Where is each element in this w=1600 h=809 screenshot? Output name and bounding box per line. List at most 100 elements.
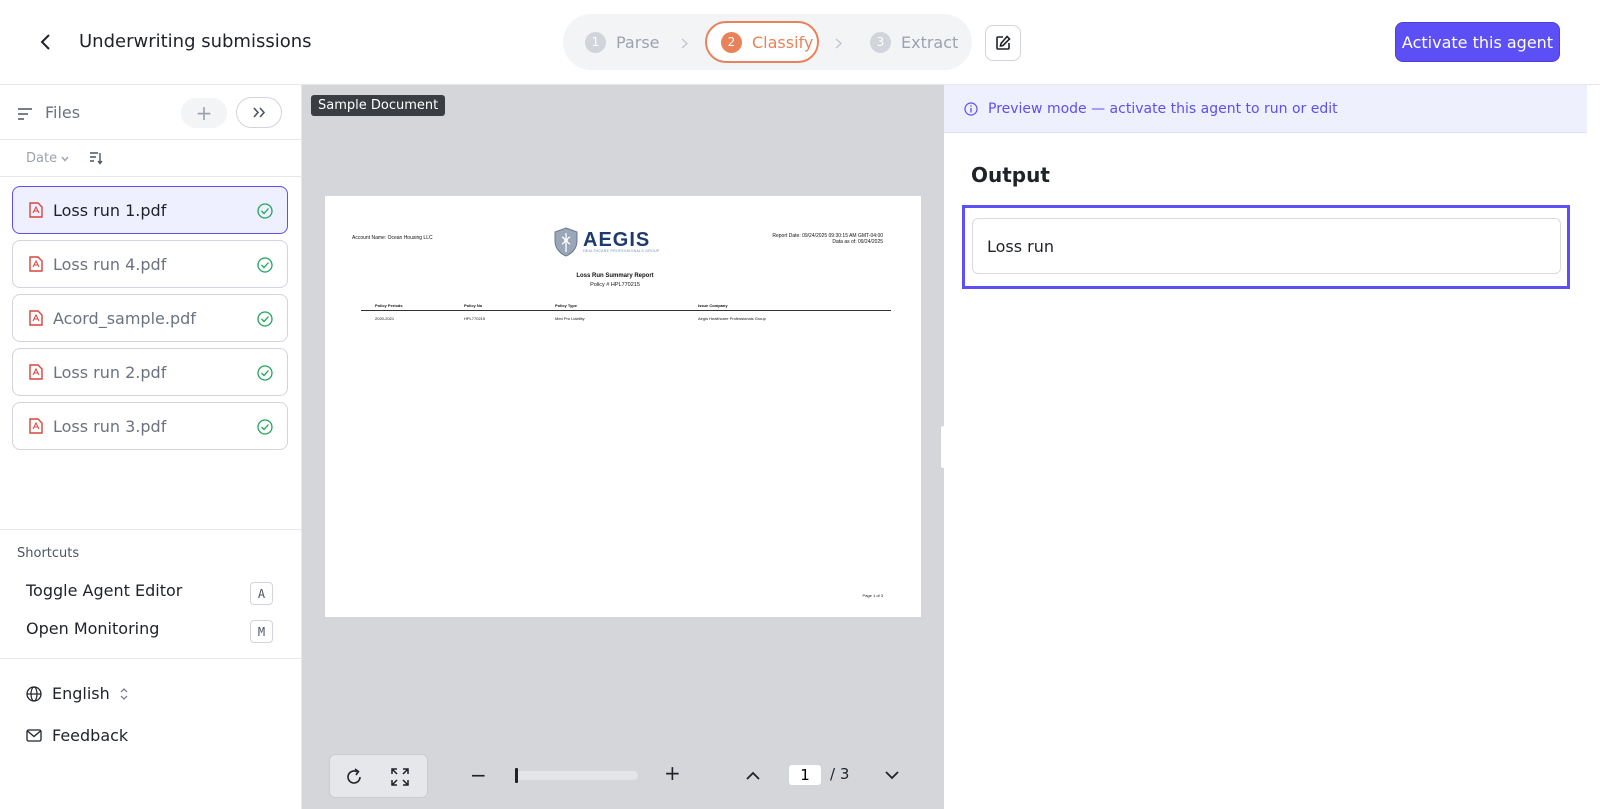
pdf-file-icon [29,202,43,218]
shortcut-open-monitoring[interactable]: Open Monitoring [26,619,159,638]
table-header: Policy Periods Policy No Policy Type Iss… [361,303,891,311]
file-name: Loss run 3.pdf [53,416,167,436]
chevron-down-icon [61,156,69,162]
classification-output-field[interactable]: Loss run [972,218,1561,274]
zoom-slider[interactable] [515,768,638,783]
file-name: Loss run 1.pdf [53,200,167,220]
activate-agent-button[interactable]: Activate this agent [1395,22,1560,62]
add-file-button[interactable]: + [181,98,227,128]
doc-report-date: Report Date: 09/24/2025 09:30:15 AM GMT-… [772,233,883,245]
zoom-slider-thumb[interactable] [515,768,518,783]
shortcut-key: A [250,582,273,605]
document-viewer: Sample Document Account Name: Ocean Hous… [302,85,944,809]
expand-sidebar-button[interactable] [236,97,282,128]
table-cell: 2020-2021 [375,316,395,321]
chevron-left-icon [40,34,50,50]
globe-icon [26,685,42,702]
output-highlight: Loss run [962,205,1570,289]
step-label: Parse [616,32,660,52]
logo-subtext: HEALTHCARE PROFESSIONALS GROUP [583,249,660,253]
chevron-up-icon [746,771,760,780]
step-number: 1 [585,31,606,53]
chevron-right-icon [835,38,843,52]
chevron-up-down-icon [120,687,128,700]
plus-icon: + [664,761,681,785]
files-sidebar: Files + Date Loss run 1.pdf Loss run 4.p… [0,85,302,809]
chevron-right-icon [681,38,689,52]
feedback-link[interactable]: Feedback [26,726,128,745]
page-title: Underwriting submissions [79,31,312,52]
shortcuts-title: Shortcuts [17,546,80,561]
language-selector[interactable]: English [26,684,128,703]
sort-label: Date [26,151,58,166]
column-header: Policy No [464,303,483,308]
viewer-toolbar [329,754,428,798]
file-item[interactable]: Acord_sample.pdf [12,294,288,342]
top-bar: Underwriting submissions 1 Parse 2 Class… [0,0,1600,85]
check-circle-icon [257,311,273,327]
column-header: Issue Company [698,303,728,308]
file-list: Loss run 1.pdf Loss run 4.pdf Acord_samp… [12,186,288,456]
page-total: / 3 [830,765,850,783]
step-extract[interactable]: 3 Extract [870,21,958,63]
table-cell: Med Pro Liability [555,316,585,321]
edit-icon [996,35,1011,50]
language-label: English [52,684,110,703]
doc-page-footer: Page 1 of 3 [862,593,883,598]
files-header: Files + [0,85,302,140]
output-title: Output [971,163,1050,187]
shortcut-toggle-agent-editor[interactable]: Toggle Agent Editor [26,581,182,600]
zoom-out-button[interactable]: − [470,763,487,787]
previous-page-button[interactable] [746,765,760,784]
mail-icon [26,729,42,742]
sort-row: Date [0,140,302,177]
chevron-down-icon [885,771,899,780]
file-item[interactable]: Loss run 2.pdf [12,348,288,396]
sort-order-icon[interactable] [89,150,103,169]
table-cell: Aegis Healthcare Professionals Group [698,316,766,321]
step-number: 2 [721,31,742,53]
pdf-file-icon [29,418,43,434]
doc-policy-table: Policy Periods Policy No Policy Type Iss… [361,303,891,321]
next-page-button[interactable] [885,765,899,784]
file-item[interactable]: Loss run 4.pdf [12,240,288,288]
zoom-in-button[interactable]: + [664,761,681,785]
plus-icon: + [195,101,213,125]
check-circle-icon [257,365,273,381]
table-row: 2020-2021 HPL770215 Med Pro Liability Ae… [361,311,891,321]
page-number-input[interactable] [788,764,822,786]
preview-banner: Preview mode — activate this agent to ru… [944,85,1587,133]
back-button[interactable] [34,30,58,54]
step-classify[interactable]: 2 Classify [705,21,819,63]
fullscreen-button[interactable] [388,765,412,789]
shield-logo-icon [554,227,578,257]
double-chevron-right-icon [253,107,266,118]
doc-data-as-of: Data as of: 09/24/2025 [832,239,883,245]
step-number: 3 [870,31,891,53]
preview-message: Preview mode — activate this agent to ru… [988,100,1338,117]
shortcut-key: M [250,620,273,643]
document-page: Account Name: Ocean Housing LLC Report D… [325,196,921,617]
step-indicator: 1 Parse 2 Classify 3 Extract [563,14,972,70]
column-header: Policy Periods [375,303,403,308]
shortcuts-section: Shortcuts Toggle Agent Editor A Open Mon… [0,529,302,659]
doc-title: Loss Run Summary Report [576,273,654,279]
file-item[interactable]: Loss run 1.pdf [12,186,288,234]
sort-by-dropdown[interactable]: Date [26,151,69,166]
logo-text: AEGIS [583,229,651,251]
step-label: Classify [752,32,814,52]
pdf-file-icon [29,310,43,326]
step-label: Extract [901,32,959,52]
edit-button[interactable] [985,25,1021,61]
step-parse[interactable]: 1 Parse [585,21,660,63]
list-icon [18,105,33,124]
check-circle-icon [257,203,273,219]
pdf-file-icon [29,256,43,272]
file-name: Loss run 2.pdf [53,362,167,382]
file-name: Acord_sample.pdf [53,308,196,328]
aegis-logo: AEGIS HEALTHCARE PROFESSIONALS GROUP [553,227,660,257]
minus-icon: − [470,763,487,787]
file-item[interactable]: Loss run 3.pdf [12,402,288,450]
rotate-button[interactable] [342,765,366,789]
check-circle-icon [257,419,273,435]
